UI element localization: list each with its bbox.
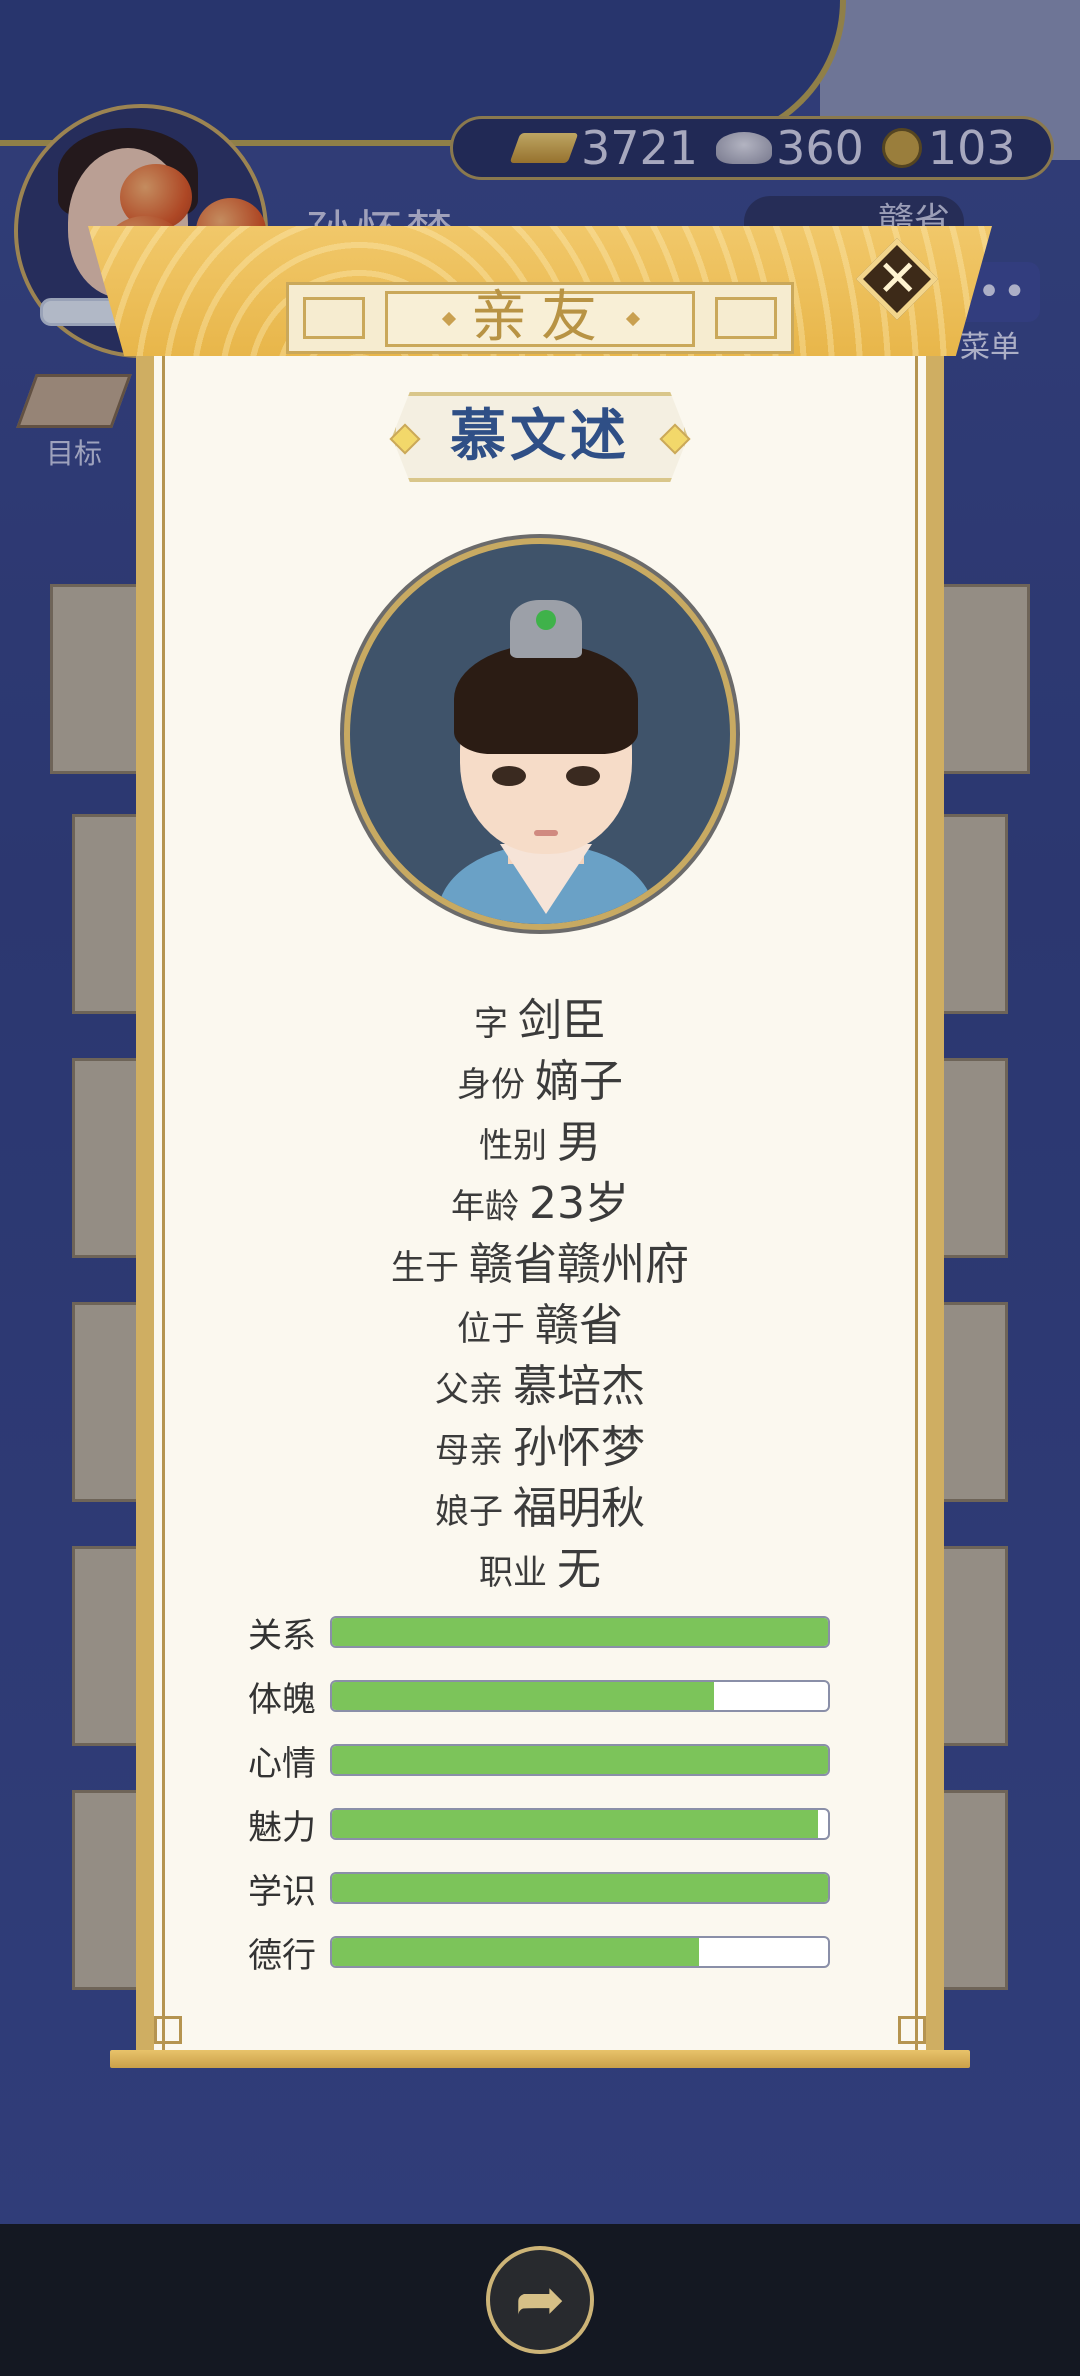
stat-virtue: 德行 [248,1932,830,1976]
stat-bar [330,1680,830,1712]
modal-title: 亲友 [471,285,611,350]
corner-ornament [898,2016,926,2044]
close-icon: ✕ [876,249,919,308]
info-row: 位于 赣省 [457,1300,623,1351]
stat-relation: 关系 [248,1612,830,1656]
panel-bottom-rod [110,2050,970,2068]
info-row: 年龄 23岁 [451,1178,629,1229]
stat-bar [330,1744,830,1776]
info-row: 职业无 [479,1544,601,1595]
character-portrait [344,538,736,930]
info-row: 生于 赣省赣州府 [391,1239,689,1290]
stat-bar [330,1808,830,1840]
stat-physique: 体魄 [248,1676,830,1720]
info-row: 娘子 福明秋 [435,1483,645,1534]
share-arrow-icon: ➦ [514,2265,566,2335]
corner-ornament [154,2016,182,2044]
info-row: 身份 嫡子 [457,1056,623,1107]
character-name: 慕文述 [450,404,630,469]
stat-charm: 魅力 [248,1804,830,1848]
info-row: 母亲 孙怀梦 [435,1422,645,1473]
share-button[interactable]: ➦ [486,2246,594,2354]
stat-mood: 心情 [248,1740,830,1784]
stat-bar [330,1616,830,1648]
info-row: 父亲 慕培杰 [435,1361,645,1412]
stat-bar [330,1872,830,1904]
info-row: 性别男 [479,1117,601,1168]
stat-bar [330,1936,830,1968]
info-row: 字剑臣 [474,995,606,1046]
stat-knowledge: 学识 [248,1868,830,1912]
character-info: 字剑臣 身份 嫡子 性别男 年龄 23岁 生于 赣省赣州府 位于 赣省 父亲 慕培杰 母亲… [0,984,1080,1595]
